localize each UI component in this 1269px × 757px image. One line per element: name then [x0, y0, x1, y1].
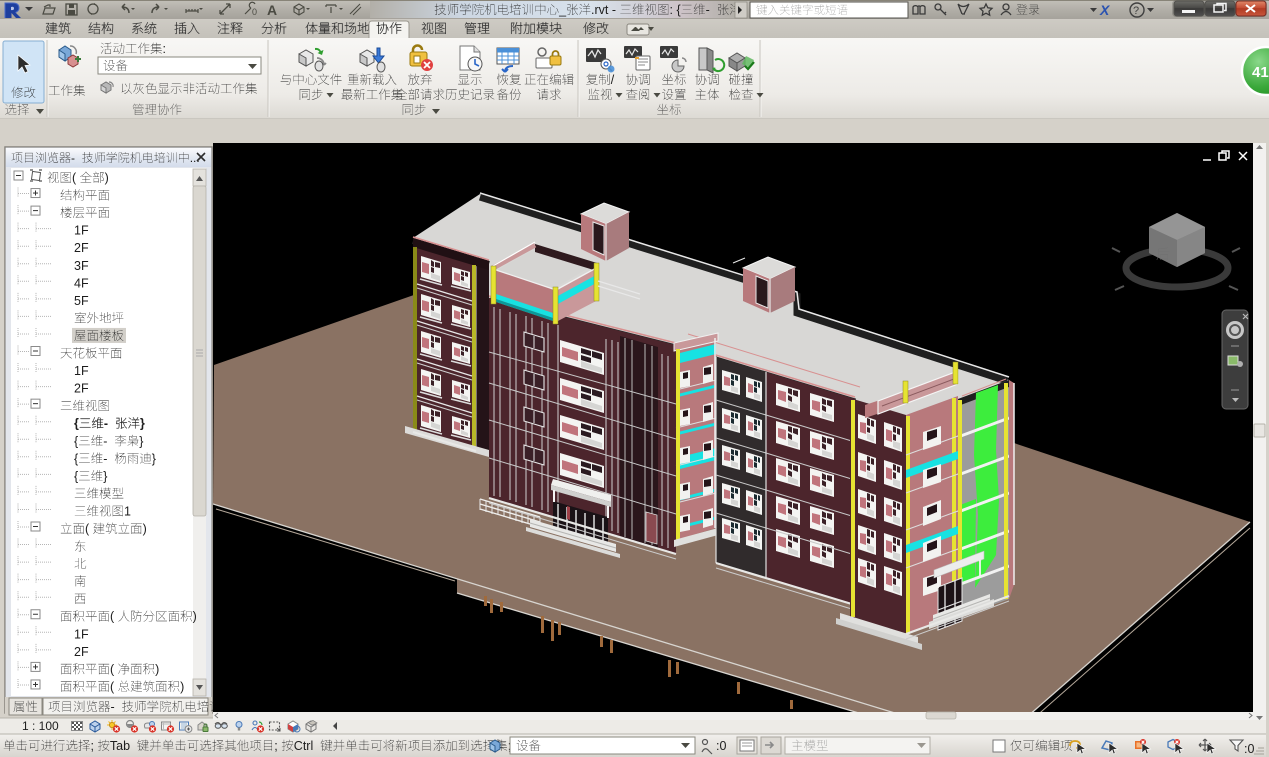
svg-text:?: ?	[1133, 5, 1139, 17]
svg-text:): )	[193, 610, 197, 624]
svg-text:-: -	[103, 434, 107, 448]
svg-text:A: A	[267, 2, 277, 18]
svg-text:: {: : {	[670, 3, 681, 17]
svg-text:-: -	[103, 452, 107, 466]
svg-text:): )	[143, 522, 147, 536]
svg-text:4F: 4F	[74, 276, 89, 290]
svg-text::0: :0	[1244, 742, 1254, 756]
svg-text:-: -	[706, 3, 710, 17]
svg-text::: :	[163, 42, 166, 56]
svg-text:1: 1	[124, 505, 131, 519]
svg-text:3F: 3F	[74, 259, 89, 273]
svg-text:_: _	[558, 3, 567, 17]
svg-text:}: }	[140, 417, 145, 431]
svg-text:1F: 1F	[74, 224, 89, 238]
svg-text:{: {	[74, 452, 78, 466]
svg-text:): )	[180, 680, 184, 694]
svg-text:-: -	[111, 700, 115, 714]
svg-text:): )	[155, 662, 159, 676]
svg-text:;: ;	[91, 739, 94, 753]
svg-text:1 : 100: 1 : 100	[22, 719, 59, 733]
svg-text:{: {	[74, 434, 78, 448]
svg-text:2F: 2F	[74, 645, 89, 659]
svg-text:-: -	[104, 417, 108, 431]
svg-text:1F: 1F	[74, 627, 89, 641]
svg-text::0: :0	[716, 739, 726, 753]
svg-text:1F: 1F	[74, 364, 89, 378]
svg-text:2F: 2F	[74, 241, 89, 255]
svg-text:}: }	[152, 452, 156, 466]
svg-text:}: }	[139, 434, 143, 448]
svg-text:): )	[105, 171, 109, 185]
svg-text:Ctrl: Ctrl	[294, 739, 313, 753]
svg-text:;: ;	[274, 739, 277, 753]
svg-text:.rvt -: .rvt -	[591, 3, 616, 17]
svg-text:/: /	[611, 73, 615, 87]
svg-text:{: {	[74, 469, 78, 483]
svg-text:-: -	[71, 151, 75, 165]
svg-text:}: }	[103, 469, 107, 483]
svg-text:0: 0	[252, 7, 257, 17]
svg-text:Tab: Tab	[110, 739, 130, 753]
svg-text:X: X	[1099, 2, 1111, 18]
svg-text:5F: 5F	[74, 294, 89, 308]
svg-text:{: {	[74, 417, 79, 431]
svg-text:41: 41	[1252, 64, 1269, 81]
svg-text:2F: 2F	[74, 382, 89, 396]
